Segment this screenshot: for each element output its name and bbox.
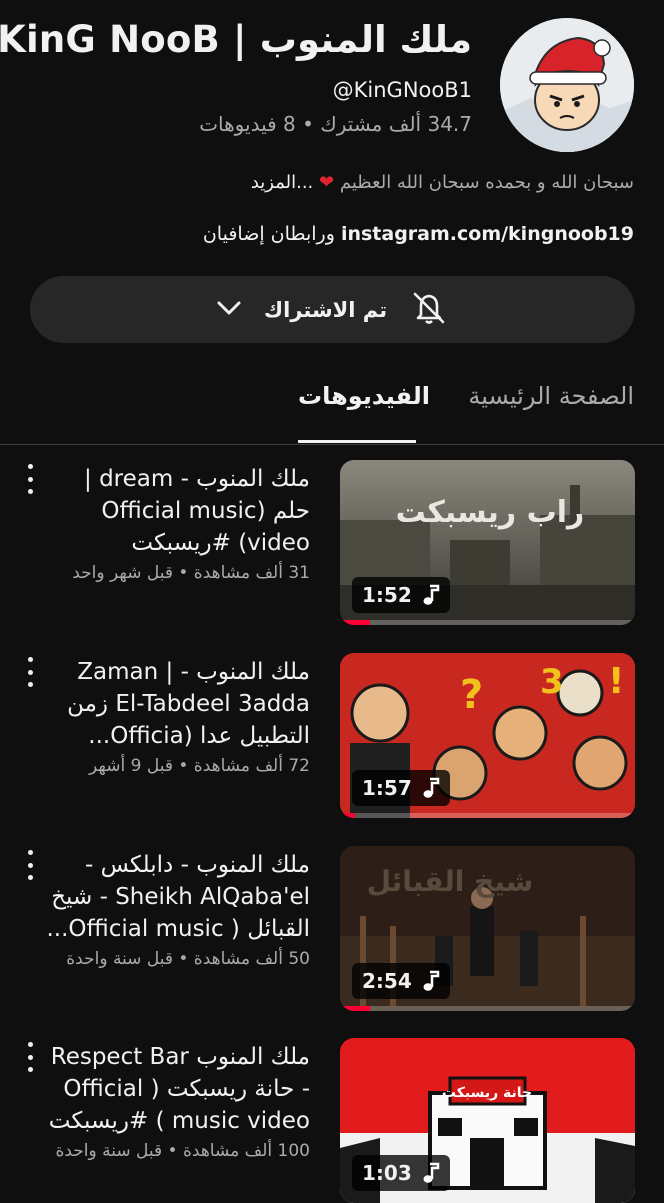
video-duration: 1:52 xyxy=(352,577,450,613)
heart-icon: ❤ xyxy=(319,172,335,193)
chevron-down-icon xyxy=(216,299,242,321)
video-item[interactable]: حانة ريسبكت 1:03 ملك المنوب Respect Bar … xyxy=(0,1038,664,1203)
svg-text:!: ! xyxy=(608,661,624,702)
video-duration: 2:54 xyxy=(352,963,450,999)
channel-description[interactable]: سبحان الله و بحمده سبحان الله العظيم ❤ .… xyxy=(251,172,634,193)
channel-handle: @KinGNooB1 xyxy=(332,78,472,102)
extra-links-label[interactable]: ورابطان إضافيان xyxy=(203,223,335,245)
active-tab-indicator xyxy=(298,440,416,443)
video-thumbnail[interactable]: راب ريسبكت 1:52 xyxy=(340,460,635,625)
channel-header: KinG NooB | ملك المنوب @KinGNooB1 34.7 أ… xyxy=(0,0,664,160)
duration-text: 2:54 xyxy=(362,969,412,993)
video-title[interactable]: ملك المنوب - dream | حلم (Official music… xyxy=(45,463,310,559)
video-title[interactable]: ملك المنوب - Zaman | El-Tabdeel 3adda زم… xyxy=(45,656,310,752)
channel-stats: 34.7 ألف مشترك • 8 فيديوهات xyxy=(199,112,472,136)
watch-progress-track xyxy=(340,1006,635,1011)
video-thumbnail[interactable]: شيخ القبائل 2:54 xyxy=(340,846,635,1011)
video-meta: 100 ألف مشاهدة • قبل سنة واحدة xyxy=(55,1141,310,1161)
video-duration: 1:57 xyxy=(352,770,450,806)
video-thumbnail[interactable]: ? 3 ! 1:57 xyxy=(340,653,635,818)
duration-text: 1:03 xyxy=(362,1161,412,1185)
channel-tabs: الصفحة الرئيسية الفيديوهات xyxy=(0,370,664,445)
music-note-icon xyxy=(422,970,440,992)
thumbnail-title-text: راب ريسبكت xyxy=(396,495,585,530)
video-item[interactable]: راب ريسبكت 1:52 ملك المنوب - dream | حلم… xyxy=(0,460,664,625)
video-more-menu-button[interactable] xyxy=(22,462,38,496)
tabs-divider xyxy=(0,444,664,445)
watch-progress-track xyxy=(340,620,635,625)
watch-progress-bar xyxy=(340,1006,370,1011)
thumbnail-title-text: حانة ريسبكت xyxy=(442,1085,532,1101)
watch-progress-bar xyxy=(340,620,370,625)
tab-videos[interactable]: الفيديوهات xyxy=(298,382,430,410)
video-meta: 50 ألف مشاهدة • قبل سنة واحدة xyxy=(66,949,310,969)
video-more-menu-button[interactable] xyxy=(22,1040,38,1074)
subscribed-button[interactable]: تم الاشتراك xyxy=(30,276,635,343)
channel-links[interactable]: instagram.com/kingnoob19 ورابطان إضافيان xyxy=(203,223,634,245)
duration-text: 1:57 xyxy=(362,776,412,800)
video-thumbnail[interactable]: حانة ريسبكت 1:03 xyxy=(340,1038,635,1203)
video-meta: 31 ألف مشاهدة • قبل شهر واحد xyxy=(72,563,310,583)
video-item[interactable]: ? 3 ! 1:57 ملك المنوب - Zaman | El-Tabde… xyxy=(0,653,664,818)
watch-progress-track xyxy=(340,813,635,818)
tab-home[interactable]: الصفحة الرئيسية xyxy=(468,382,634,410)
channel-name: KinG NooB | ملك المنوب xyxy=(0,18,472,61)
video-item[interactable]: شيخ القبائل 2:54 ملك المنوب - دابلكس - S… xyxy=(0,846,664,1011)
svg-text:?: ? xyxy=(460,672,483,718)
video-more-menu-button[interactable] xyxy=(22,848,38,882)
video-title[interactable]: ملك المنوب Respect Bar - حانة ريسبكت ( O… xyxy=(45,1041,310,1137)
subscribed-label: تم الاشتراك xyxy=(263,297,388,322)
video-meta: 72 ألف مشاهدة • قبل 9 أشهر xyxy=(89,756,310,776)
thumbnail-title-text: شيخ القبائل xyxy=(367,865,534,898)
watch-progress-bar xyxy=(340,813,355,818)
description-more-link[interactable]: ...المزيد xyxy=(251,172,313,193)
duration-text: 1:52 xyxy=(362,583,412,607)
music-note-icon xyxy=(422,584,440,606)
bell-off-icon xyxy=(409,288,449,332)
channel-avatar[interactable] xyxy=(500,18,634,152)
description-text: سبحان الله و بحمده سبحان الله العظيم xyxy=(339,172,634,193)
instagram-link[interactable]: instagram.com/kingnoob19 xyxy=(341,223,634,245)
music-note-icon xyxy=(422,777,440,799)
video-more-menu-button[interactable] xyxy=(22,655,38,689)
thumbnail-title-text: 3 xyxy=(540,662,564,702)
video-duration: 1:03 xyxy=(352,1155,450,1191)
music-note-icon xyxy=(422,1162,440,1184)
video-title[interactable]: ملك المنوب - دابلكس - Sheikh AlQaba'el -… xyxy=(45,849,310,945)
